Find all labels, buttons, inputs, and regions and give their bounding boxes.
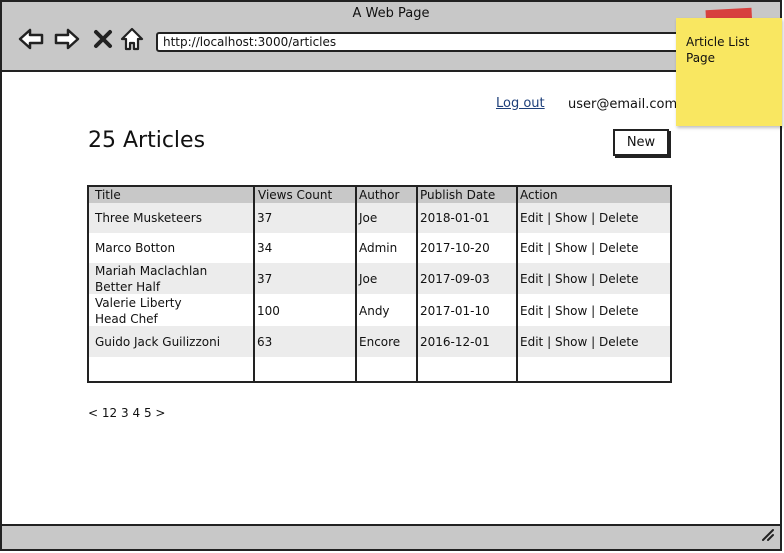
article-author: Encore <box>359 335 401 349</box>
article-title: Three Musketeers <box>95 211 202 225</box>
show-link[interactable]: Show <box>555 335 587 349</box>
article-date: 2017-10-20 <box>420 241 490 255</box>
action-separator: | <box>547 335 552 349</box>
article-author: Andy <box>359 304 390 318</box>
home-icon[interactable] <box>119 26 145 52</box>
edit-link[interactable]: Edit <box>520 335 543 349</box>
action-separator: | <box>591 304 596 318</box>
show-link[interactable]: Show <box>555 272 587 286</box>
row-actions: Edit | Show | Delete <box>520 303 638 319</box>
address-bar[interactable]: http://localhost:3000/articles <box>156 32 746 52</box>
sticky-note: Article List Page <box>676 18 782 126</box>
delete-link[interactable]: Delete <box>599 241 638 255</box>
show-link[interactable]: Show <box>555 304 587 318</box>
article-title: Guido Jack Guilizzoni <box>95 335 221 349</box>
url-text: http://localhost:3000/articles <box>163 35 337 49</box>
article-date: 2017-01-10 <box>420 304 490 318</box>
article-title: Valerie Liberty <box>95 296 182 310</box>
back-arrow-icon[interactable] <box>18 26 44 52</box>
article-title-line-2: Head Chef <box>95 312 158 326</box>
show-link[interactable]: Show <box>555 211 587 225</box>
stop-close-icon[interactable] <box>90 26 116 52</box>
pagination-page[interactable]: 1 <box>102 406 110 420</box>
action-separator: | <box>547 211 552 225</box>
article-title: Mariah Maclachlan <box>95 264 208 278</box>
row-actions: Edit | Show | Delete <box>520 210 638 226</box>
article-views: 34 <box>257 241 273 255</box>
new-article-button[interactable]: New <box>613 129 669 156</box>
pagination-page[interactable]: 5 <box>144 406 152 420</box>
window-title: A Web Page <box>352 6 430 21</box>
pagination: < 12 3 4 5 > <box>88 406 165 420</box>
browser-titlebar: A Web Page http://localhost:3000/article… <box>2 2 780 72</box>
row-actions: Edit | Show | Delete <box>520 240 638 256</box>
pagination-next[interactable]: > <box>155 406 165 420</box>
delete-link[interactable]: Delete <box>599 304 638 318</box>
article-views: 63 <box>257 335 273 349</box>
pagination-page[interactable]: 4 <box>132 406 140 420</box>
resize-grip-icon[interactable] <box>760 526 774 545</box>
article-views: 37 <box>257 272 273 286</box>
column-header-views[interactable]: Views Count <box>258 187 332 203</box>
edit-link[interactable]: Edit <box>520 241 543 255</box>
article-date: 2016-12-01 <box>420 335 490 349</box>
column-header-date[interactable]: Publish Date <box>420 187 495 203</box>
action-separator: | <box>591 272 596 286</box>
pagination-page[interactable]: 3 <box>121 406 129 420</box>
column-header-title[interactable]: Title <box>95 187 121 203</box>
article-title-line-2: Better Half <box>95 280 161 294</box>
column-divider <box>355 187 357 381</box>
action-separator: | <box>591 241 596 255</box>
article-views: 37 <box>257 211 273 225</box>
action-separator: | <box>547 272 552 286</box>
action-separator: | <box>591 335 596 349</box>
pagination-page[interactable]: 2 <box>110 406 118 420</box>
row-actions: Edit | Show | Delete <box>520 271 638 287</box>
forward-arrow-icon[interactable] <box>54 26 80 52</box>
pagination-prev[interactable]: < <box>88 406 98 420</box>
edit-link[interactable]: Edit <box>520 304 543 318</box>
browser-window: A Web Page http://localhost:3000/article… <box>0 0 782 551</box>
page-title: 25 Articles <box>88 128 206 153</box>
article-author: Joe <box>359 272 378 286</box>
article-author: Joe <box>359 211 378 225</box>
column-divider <box>416 187 418 381</box>
browser-statusbar <box>2 524 780 549</box>
action-separator: | <box>547 241 552 255</box>
column-divider <box>516 187 518 381</box>
delete-link[interactable]: Delete <box>599 272 638 286</box>
column-header-author[interactable]: Author <box>359 187 399 203</box>
row-actions: Edit | Show | Delete <box>520 334 638 350</box>
logout-link[interactable]: Log out <box>496 96 545 111</box>
articles-table: Title Views Count Author Publish Date Ac… <box>87 185 672 383</box>
delete-link[interactable]: Delete <box>599 335 638 349</box>
article-author: Admin <box>359 241 398 255</box>
article-date: 2017-09-03 <box>420 272 490 286</box>
sticky-note-text: Article List Page <box>686 35 750 65</box>
action-separator: | <box>591 211 596 225</box>
article-title: Marco Botton <box>95 241 176 255</box>
column-header-action: Action <box>520 188 558 202</box>
edit-link[interactable]: Edit <box>520 211 543 225</box>
action-separator: | <box>547 304 552 318</box>
edit-link[interactable]: Edit <box>520 272 543 286</box>
user-email: user@email.com <box>568 97 678 112</box>
article-views: 100 <box>257 304 280 318</box>
delete-link[interactable]: Delete <box>599 211 638 225</box>
show-link[interactable]: Show <box>555 241 587 255</box>
column-divider <box>253 187 255 381</box>
article-date: 2018-01-01 <box>420 211 490 225</box>
